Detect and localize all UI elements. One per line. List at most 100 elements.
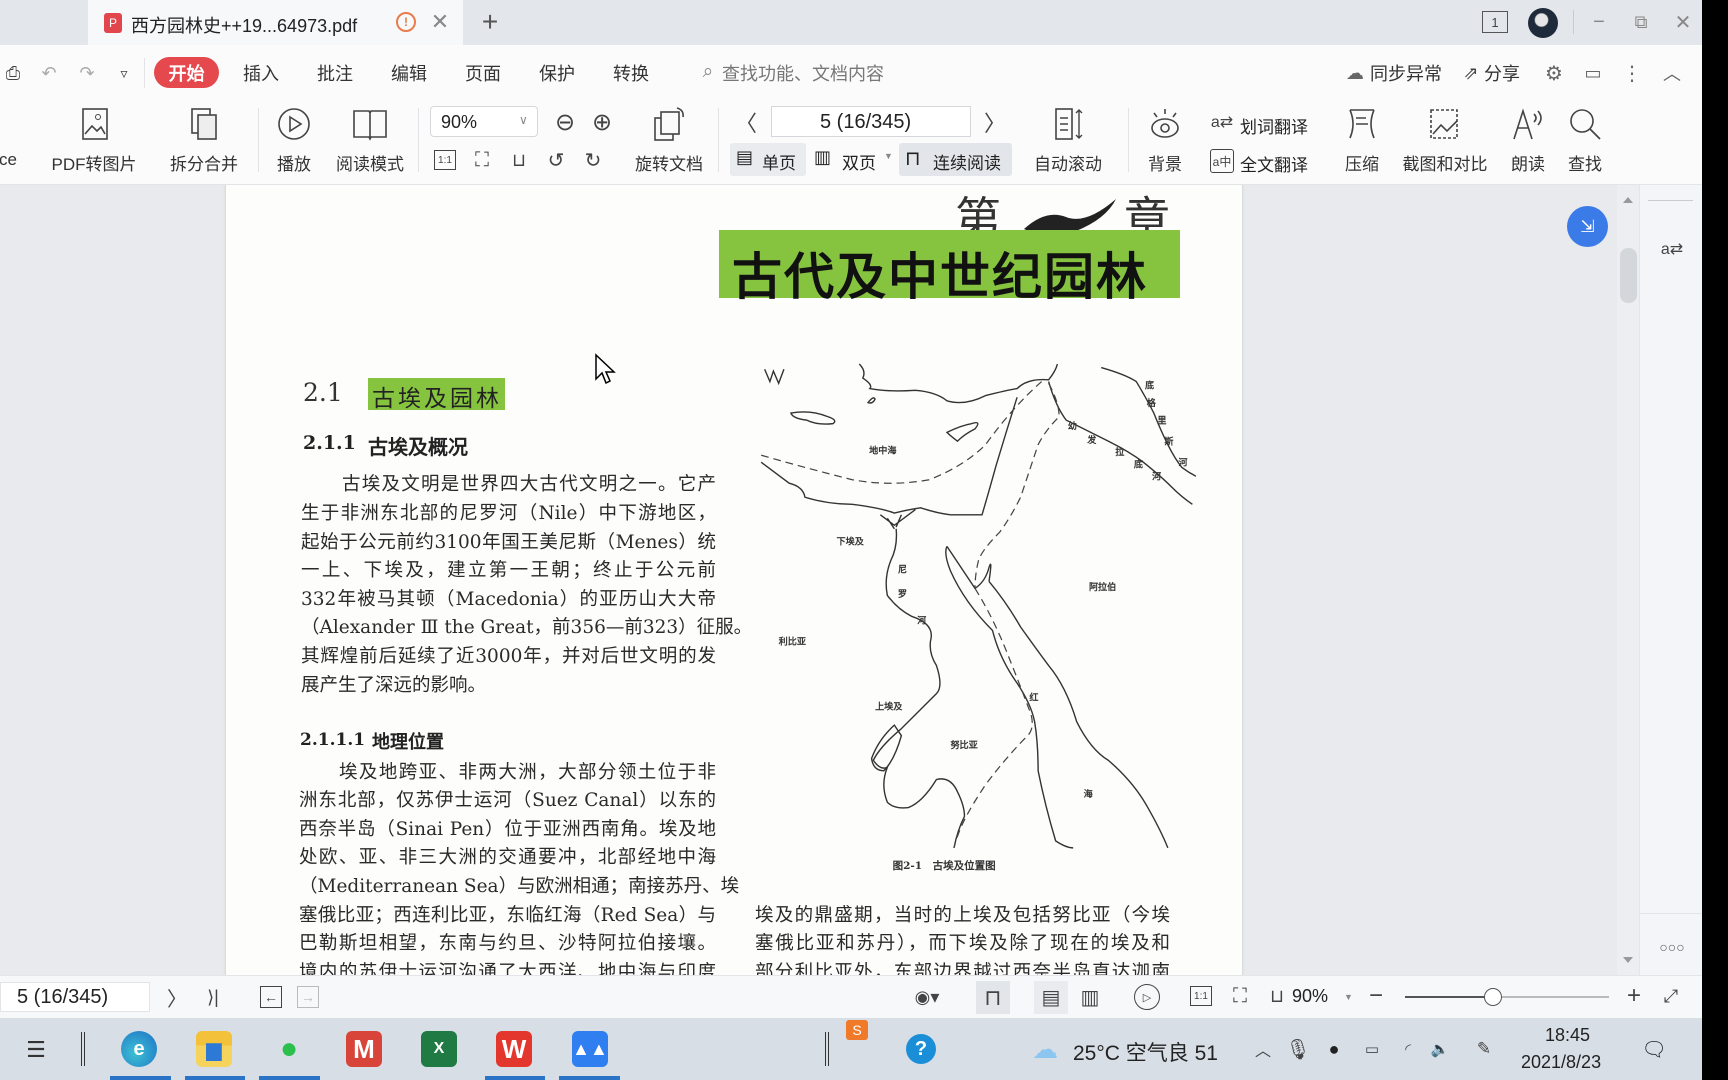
print-icon[interactable]: ⎙: [2, 62, 24, 84]
compress-button[interactable]: 压缩: [1345, 150, 1379, 175]
rotate-document-button[interactable]: 旋转文档: [635, 150, 703, 175]
more-icon[interactable]: ⋮: [1622, 61, 1642, 85]
scroll-up-arrow[interactable]: [1623, 197, 1633, 203]
next-page-icon[interactable]: 〉: [984, 108, 1006, 136]
single-page-button[interactable]: ▤ 单页: [730, 143, 806, 176]
pen-icon[interactable]: ✎: [1472, 1038, 1496, 1060]
rotate-right-icon[interactable]: ↻: [582, 148, 604, 172]
full-translate-button[interactable]: 全文翻译: [1240, 151, 1308, 176]
excel-icon[interactable]: X: [421, 1031, 457, 1067]
status-actual-size-icon[interactable]: 1:1: [1190, 986, 1212, 1006]
menu-tab-page[interactable]: 页面: [465, 60, 501, 86]
settings-icon[interactable]: ⚙: [1542, 61, 1566, 85]
user-avatar[interactable]: [1528, 8, 1558, 38]
show-hidden-icons[interactable]: ︿: [1252, 1038, 1274, 1060]
task-view-icon[interactable]: ☰: [22, 1036, 50, 1064]
close-window-icon[interactable]: ✕: [1672, 10, 1694, 34]
zoom-in-icon[interactable]: ⊕: [589, 108, 615, 136]
battery-icon[interactable]: ▭: [1360, 1038, 1384, 1060]
split-merge-button[interactable]: 拆分合并: [170, 150, 238, 175]
zoom-minus-icon[interactable]: −: [1366, 982, 1386, 1009]
status-continuous-icon[interactable]: ⊓: [976, 981, 1010, 1014]
sync-status[interactable]: 同步异常: [1370, 60, 1442, 86]
status-next-page-icon[interactable]: 〉: [167, 984, 187, 1011]
redo-icon[interactable]: ↷: [76, 62, 98, 84]
scrollbar-thumb[interactable]: [1620, 248, 1637, 303]
zoom-plus-icon[interactable]: +: [1623, 982, 1645, 1009]
sogou-input-icon[interactable]: S: [846, 1020, 868, 1040]
status-last-page-icon[interactable]: ⟩|: [202, 984, 224, 1010]
cut-button[interactable]: ce: [0, 150, 17, 170]
rotate-left-icon[interactable]: ↺: [545, 148, 567, 172]
cloud-sync-warning-icon[interactable]: ☁: [1343, 62, 1367, 84]
status-zoom-value[interactable]: 90%: [1292, 986, 1328, 1007]
restore-icon[interactable]: ⧉: [1630, 10, 1652, 34]
scroll-down-arrow[interactable]: [1623, 957, 1633, 963]
continuous-reading-button[interactable]: ⊓ 连续阅读: [899, 143, 1012, 176]
read-mode-button[interactable]: 阅读模式: [336, 150, 404, 175]
status-single-page-icon[interactable]: ▤: [1034, 981, 1068, 1014]
weather-text[interactable]: 25°C 空气良 51: [1073, 1037, 1218, 1067]
feature-search-input[interactable]: 查找功能、文档内容: [722, 60, 884, 86]
file-explorer-icon[interactable]: ▆: [196, 1031, 232, 1067]
status-double-page-icon[interactable]: ▥: [1073, 981, 1107, 1014]
menu-tab-annotate[interactable]: 批注: [317, 60, 353, 86]
auto-scroll-button[interactable]: 自动滚动: [1034, 150, 1102, 175]
share-icon[interactable]: ⇗: [1460, 62, 1482, 84]
status-fit-width-icon[interactable]: ⊔: [1266, 983, 1288, 1009]
word-translate-button[interactable]: 划词翻译: [1240, 113, 1308, 138]
screenshot-compare-button[interactable]: 截图和对比: [1403, 150, 1488, 175]
help-icon[interactable]: ?: [906, 1034, 936, 1064]
microphone-icon[interactable]: 🎙: [1285, 1036, 1310, 1062]
read-aloud-button[interactable]: 朗读: [1511, 150, 1545, 175]
status-eye-icon[interactable]: ◉▾: [910, 984, 944, 1010]
wifi-icon[interactable]: ◜: [1396, 1038, 1420, 1060]
undo-icon[interactable]: ↶: [38, 62, 60, 84]
comment-icon[interactable]: ▭: [1581, 61, 1605, 85]
edge-icon[interactable]: e: [121, 1031, 157, 1067]
page-number-input[interactable]: 5 (16/345): [771, 106, 971, 137]
menu-tab-edit[interactable]: 编辑: [391, 60, 427, 86]
volume-icon[interactable]: 🔈: [1428, 1038, 1452, 1060]
vertical-scrollbar[interactable]: [1617, 185, 1639, 975]
wps-icon[interactable]: W: [496, 1031, 532, 1067]
close-tab-icon[interactable]: ✕: [429, 9, 451, 34]
menu-tab-protect[interactable]: 保护: [539, 60, 575, 86]
fit-page-icon[interactable]: ⛶: [472, 148, 492, 172]
lark-icon[interactable]: ▲▲: [572, 1031, 608, 1067]
minimize-icon[interactable]: −: [1588, 10, 1610, 34]
fit-width-icon[interactable]: ⊔: [508, 148, 530, 172]
status-fit-page-icon[interactable]: ⛶: [1229, 983, 1251, 1009]
translate-panel-icon[interactable]: a⇄: [1658, 235, 1686, 263]
actual-size-icon[interactable]: 1:1: [434, 150, 456, 170]
qq-icon[interactable]: ●: [1322, 1036, 1346, 1062]
quick-access-dropdown-icon[interactable]: ▿: [116, 62, 132, 84]
pdf-to-image-button[interactable]: PDF转图片: [52, 150, 137, 175]
share-button[interactable]: 分享: [1484, 60, 1520, 86]
find-button[interactable]: 查找: [1568, 150, 1602, 175]
clock-time[interactable]: 18:45: [1545, 1025, 1590, 1046]
warning-icon[interactable]: !: [396, 12, 416, 32]
back-icon[interactable]: ←: [260, 986, 282, 1008]
background-button[interactable]: 背景: [1148, 150, 1182, 175]
status-page-input[interactable]: 5 (16/345): [0, 982, 150, 1012]
zoom-select[interactable]: 90% ∨: [430, 106, 538, 137]
convert-float-button[interactable]: ⇲: [1567, 206, 1608, 247]
menu-tab-insert[interactable]: 插入: [243, 60, 279, 86]
notification-icon[interactable]: 🗨: [1641, 1036, 1666, 1062]
double-page-button[interactable]: ▥ 双页 ▼: [812, 143, 894, 176]
fullscreen-icon[interactable]: ⤢: [1660, 984, 1682, 1008]
menu-tab-start[interactable]: 开始: [154, 57, 219, 88]
more-options-icon[interactable]: ○○○: [1658, 937, 1686, 957]
play-button[interactable]: 播放: [277, 150, 311, 175]
clock-date[interactable]: 2021/8/23: [1521, 1052, 1601, 1073]
menu-tab-convert[interactable]: 转换: [613, 60, 649, 86]
collapse-ribbon-icon[interactable]: ︿: [1660, 61, 1684, 85]
prev-page-icon[interactable]: 〈: [735, 108, 757, 136]
chevron-down-icon[interactable]: ▼: [1344, 992, 1353, 1002]
new-tab-button[interactable]: +: [476, 6, 504, 38]
wechat-icon[interactable]: ●: [271, 1031, 307, 1067]
status-play-icon[interactable]: ▷: [1134, 984, 1160, 1010]
forward-icon[interactable]: →: [297, 986, 319, 1008]
m-app-icon[interactable]: M: [346, 1031, 382, 1067]
